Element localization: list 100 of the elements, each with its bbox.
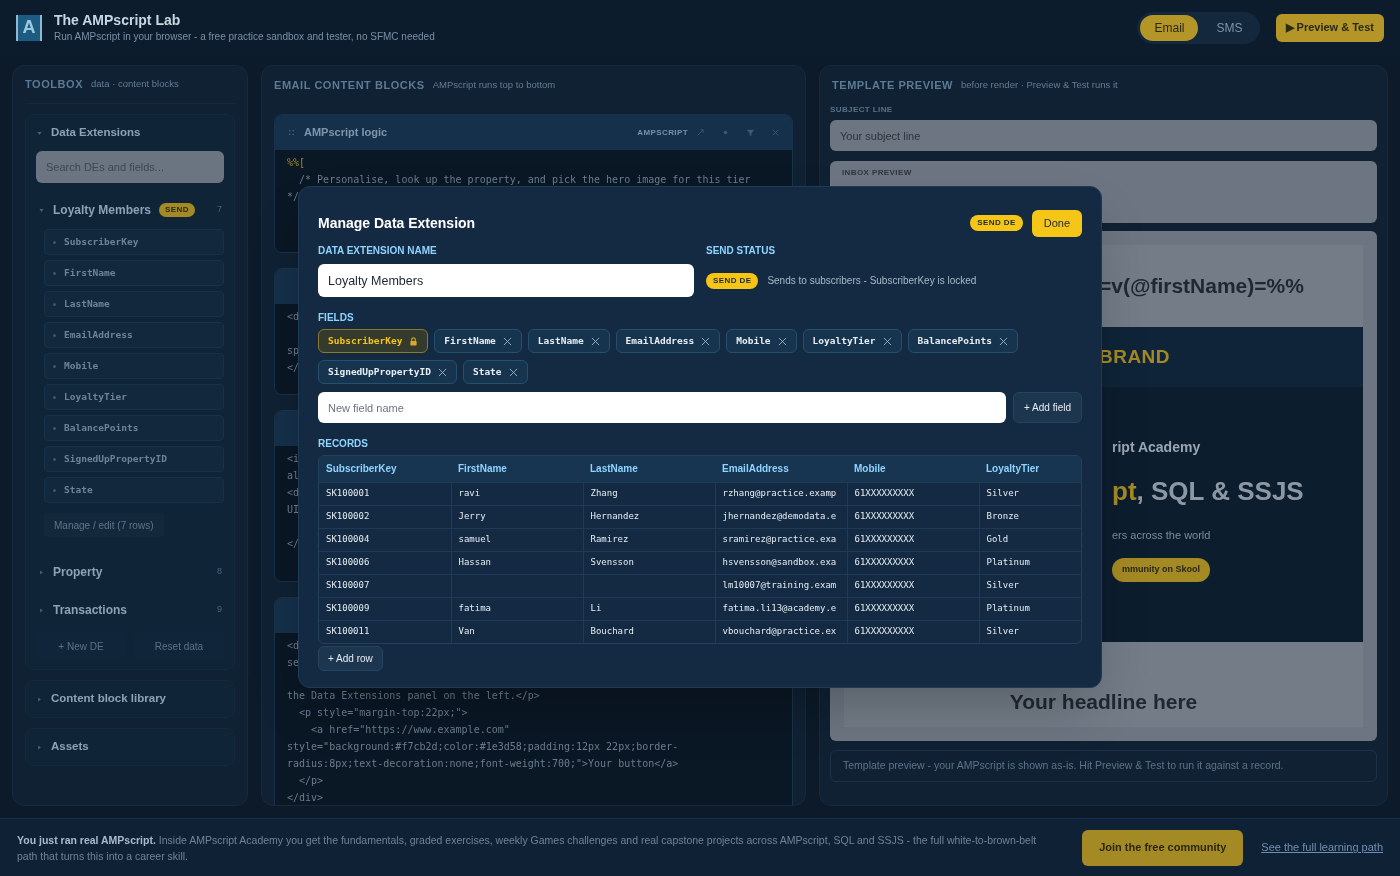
field-item[interactable]: EmailAddress [44, 322, 224, 348]
field-item[interactable]: Mobile [44, 353, 224, 379]
dialog-title: Manage Data Extension [318, 213, 476, 233]
done-button[interactable]: Done [1031, 209, 1082, 237]
greeting-text: =v(@firstName)=%% [1099, 273, 1304, 300]
code-line: <d [287, 639, 300, 653]
field-item[interactable]: SubscriberKey [44, 229, 224, 255]
hero-text: ers across the world [1112, 528, 1211, 543]
panel-title: TOOLBOX [25, 77, 84, 93]
panel-subtitle: AMPscript runs top to bottom [432, 77, 556, 92]
field-chip[interactable]: SubscriberKey [318, 329, 429, 353]
learning-path-link[interactable]: See the full learning path [1261, 839, 1383, 856]
code-line: %%[ [287, 156, 306, 170]
promo-text: You just ran real AMPscript. Inside AMPscript Academy you get the fundamentals, graded exercises, weekly Games challenges and real capstone projects across AMPscript, SQL and SSJS - the full white-to-brown-belt path that turns this into a career skill. [17, 832, 1038, 864]
code-line: sp [287, 344, 300, 358]
send-de-tag: SEND DE [706, 272, 759, 289]
table-cell: samuel [458, 533, 491, 544]
data-extension-name[interactable]: Loyalty Members [53, 201, 152, 219]
table-cell: Platinum [986, 602, 1030, 613]
field-item[interactable]: LoyaltyTier [44, 384, 224, 410]
field-item[interactable]: LastName [44, 291, 224, 317]
code-line: the Data Extensions panel on the left.</p> [287, 689, 540, 703]
code-line: style="background:#f7cb2d;color:#1e3d58;padding:12px 22px;border- [287, 740, 679, 754]
name-field[interactable]: Loyalty Members [318, 264, 694, 297]
table-cell: Ramirez [590, 533, 629, 544]
table-cell: SK100004 [326, 533, 370, 544]
table-cell: SK100001 [326, 487, 370, 498]
field-chip[interactable]: LoyaltyTier [802, 329, 902, 353]
table-cell: Bronze [986, 510, 1019, 521]
column-header: LastName [583, 456, 715, 482]
code-line: <d [287, 486, 300, 500]
column-header: EmailAddress [715, 456, 847, 482]
code-line: <d [287, 310, 300, 324]
table-cell: Van [458, 626, 475, 636]
code-line: </ [287, 361, 300, 375]
table-cell: SK100002 [326, 510, 370, 521]
code-line: <a href="https://www.example.com" [310, 723, 510, 737]
app-subtitle: Run AMPscript in your browser - a free practice sandbox and tester, no SFMC needed [54, 30, 435, 44]
panel-title: EMAIL CONTENT BLOCKS [274, 77, 425, 93]
hero-title: pt, SQL & SSJS [1112, 475, 1304, 508]
table-cell: 61XXXXXXXXX [854, 510, 915, 521]
section-title[interactable]: Data Extensions [51, 124, 141, 142]
join-button[interactable]: Join the free community [1082, 829, 1244, 866]
code-line: radius:8px;text-decoration:none;font-weight:700;">Your button</a> [287, 757, 679, 771]
channel-tab[interactable]: SMS [1202, 14, 1257, 41]
new-field-input[interactable]: New field name [318, 392, 1006, 423]
channel-tab[interactable]: Email [1140, 14, 1199, 41]
field-item[interactable]: SignedUpPropertyID [44, 446, 224, 472]
code-line: al [287, 469, 300, 483]
table-cell: 61XXXXXXXXX [854, 602, 915, 613]
add-row-button[interactable]: + Add row [318, 646, 383, 671]
filter-icon [746, 128, 755, 137]
code-line: */ [287, 190, 300, 204]
data-extension-name[interactable]: Transactions [53, 601, 128, 619]
field-chip[interactable]: FirstName [434, 329, 522, 353]
table-cell: Bouchard [590, 626, 634, 636]
table-cell: 61XXXXXXXXX [854, 533, 915, 544]
manage-button[interactable]: Manage / edit (7 rows) [44, 513, 164, 537]
field-label: DATA EXTENSION NAME [318, 243, 438, 258]
table-cell: Silver [986, 579, 1019, 590]
field-chip[interactable]: LastName [527, 329, 610, 353]
hero-kicker: ript Academy [1112, 438, 1201, 457]
field-chip[interactable]: BalancePoints [907, 329, 1018, 353]
field-label: SEND STATUS [706, 243, 777, 258]
preview-test-button[interactable]: ▶ Preview & Test [1275, 13, 1384, 42]
preview-note: Template preview - your AMPscript is shown as-is. Hit Preview & Test to run it against a record. [830, 750, 1377, 782]
table-cell: rzhang@practice.examp [722, 487, 837, 498]
status-text: Sends to subscribers - SubscriberKey is locked [767, 274, 977, 288]
table-cell: ravi [458, 487, 481, 498]
field-chip[interactable]: SignedUpPropertyID [318, 360, 457, 384]
expand-icon [696, 128, 705, 137]
table-cell: sramirez@practice.exa [722, 533, 837, 544]
field-chip[interactable]: Mobile [726, 329, 797, 353]
code-line: se [287, 656, 300, 670]
field-label: RECORDS [318, 437, 369, 451]
drag-handle-icon [287, 128, 296, 137]
block-title: AMPscript logic [304, 125, 388, 141]
add-field-button[interactable]: + Add field [1013, 392, 1082, 423]
table-cell: hsvensson@sandbox.exa [722, 556, 837, 567]
panel-title: TEMPLATE PREVIEW [832, 77, 954, 93]
table-cell: fatima.li13@academy.e [722, 602, 837, 613]
field-item[interactable]: FirstName [44, 260, 224, 286]
section-title[interactable]: Assets [51, 738, 89, 756]
section-title[interactable]: Content block library [51, 690, 167, 708]
field-item[interactable]: State [44, 477, 224, 503]
field-label: FIELDS [318, 311, 355, 325]
table-cell: vbouchard@practice.ex [722, 626, 837, 636]
table-cell: Silver [986, 626, 1019, 636]
data-extension-name[interactable]: Property [53, 563, 103, 581]
field-item[interactable]: BalancePoints [44, 415, 224, 441]
community-button[interactable]: mmunity on Skool [1112, 557, 1210, 582]
table-cell: SK100007 [326, 579, 370, 590]
table-cell: Hernandez [590, 510, 640, 521]
field-chip[interactable]: State [462, 360, 528, 384]
code-line: </p> [298, 774, 324, 788]
dot-icon [721, 128, 730, 137]
table-cell: Silver [986, 487, 1019, 498]
table-cell: jhernandez@demodata.e [722, 510, 837, 521]
table-cell: Zhang [590, 487, 618, 498]
field-chip[interactable]: EmailAddress [615, 329, 721, 353]
